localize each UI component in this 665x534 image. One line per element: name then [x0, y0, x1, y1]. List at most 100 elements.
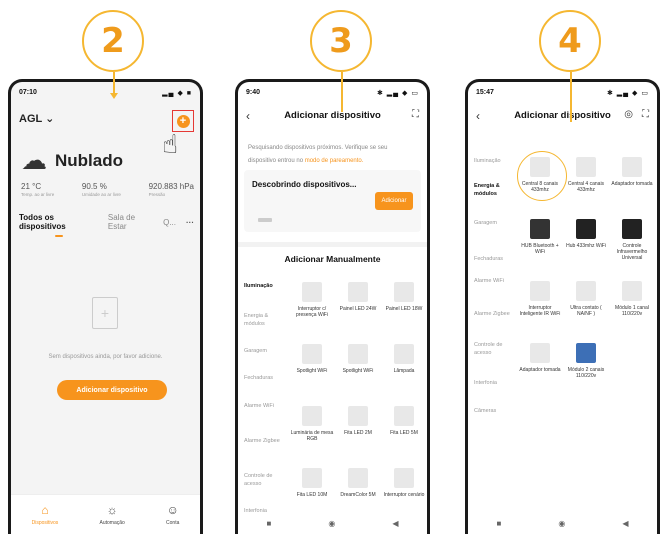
device-grid: Central 8 canais 433mhz Central 4 canais… — [518, 157, 657, 407]
stat-temperature: 21 °C Temp. ao ar livre — [21, 182, 54, 197]
device-tile[interactable]: Fita LED 2M — [336, 406, 380, 436]
home-selector[interactable]: AGL ⌄ — [19, 112, 54, 125]
device-tile[interactable]: Luminária de mesa RGB — [290, 406, 334, 442]
category-item[interactable]: Alarme Zigbee — [474, 310, 510, 318]
device-tile[interactable]: Adaptador tomada — [610, 157, 654, 187]
phone-add-device-categories: 15:47 ✱ ▂▄ ◆ ▭ ‹ Adicionar dispositivo ◎… — [465, 79, 660, 534]
category-item[interactable]: Câmeras — [474, 407, 496, 415]
category-item[interactable]: Energia & módulos — [244, 312, 288, 328]
device-tile[interactable]: Interruptor c/ presença WiFi — [290, 282, 334, 318]
step-3-pointer — [341, 72, 343, 112]
scan-icon[interactable]: ⛶ — [642, 109, 649, 120]
device-tile[interactable]: Fita LED 5M — [382, 406, 426, 436]
device-tile[interactable]: Interruptor cenário — [382, 468, 426, 498]
step-4-marker: 4 — [539, 10, 601, 72]
device-label: Luminária de mesa RGB — [290, 430, 334, 442]
recents-button[interactable]: ■ — [267, 519, 272, 528]
category-item[interactable]: Energia & módulos — [474, 182, 518, 198]
category-item[interactable]: Iluminação — [474, 157, 501, 165]
nav-account[interactable]: ☺ Conta — [166, 503, 179, 526]
device-label: Spotlight WiFi — [296, 368, 328, 374]
device-tile[interactable]: Painel LED 24W — [336, 282, 380, 312]
back-button[interactable]: ◀ — [392, 519, 398, 528]
chevron-down-icon: ⌄ — [45, 113, 55, 125]
device-tile[interactable]: Controle Infravermelho Universal — [610, 219, 654, 261]
device-label: Adaptador tomada — [611, 181, 653, 187]
system-navigation: ■ ◉ ◀ — [238, 519, 427, 528]
device-tile[interactable]: Central 4 canais 433mhz — [564, 157, 608, 193]
status-icons: ✱ ▂▄ ◆ ▭ — [376, 90, 419, 97]
tab-all-devices[interactable]: Todos os dispositivos — [19, 213, 98, 237]
device-label: Lâmpada — [393, 368, 415, 374]
tab-living-room[interactable]: Sala de Estar — [108, 213, 153, 231]
section-divider — [238, 242, 427, 247]
device-tile[interactable]: Painel LED 18W — [382, 282, 426, 312]
category-item[interactable]: Alarme WiFi — [474, 277, 504, 285]
recents-button[interactable]: ■ — [497, 519, 502, 528]
device-tile[interactable]: Módulo 1 canal 110/220v — [610, 281, 654, 317]
device-label: Módulo 1 canal 110/220v — [615, 305, 649, 317]
device-image — [348, 282, 368, 302]
target-icon[interactable]: ◎ — [624, 109, 633, 120]
device-tile[interactable]: DreamColor 5M — [336, 468, 380, 498]
clock: 9:40 — [246, 89, 261, 96]
category-item[interactable]: Controle de acesso — [474, 341, 518, 357]
device-tile[interactable]: Central 8 canais 433mhz — [518, 157, 562, 193]
category-item[interactable]: Interfonia — [244, 507, 267, 515]
step-2-marker: 2 — [82, 10, 144, 72]
device-tile[interactable]: Adaptador tomada — [518, 343, 562, 373]
status-bar: 15:47 ✱ ▂▄ ◆ ▭ — [476, 89, 649, 97]
device-tile[interactable]: Lâmpada — [382, 344, 426, 374]
more-icon[interactable]: ··· — [186, 218, 194, 227]
category-item[interactable]: Garagem — [474, 219, 497, 227]
stat-value: 90.5 % — [81, 182, 107, 191]
device-tile[interactable]: Spotlight WiFi — [336, 344, 380, 374]
category-item[interactable]: Iluminação — [244, 282, 273, 290]
category-item[interactable]: Fechaduras — [474, 255, 503, 263]
scan-icon[interactable]: ⛶ — [412, 109, 419, 120]
discovery-card: Descobrindo dispositivos... Adicionar — [244, 170, 421, 232]
device-tile[interactable]: Interruptor Inteligente IR WiFi — [518, 281, 562, 317]
add-discovered-button[interactable]: Adicionar — [375, 192, 413, 210]
category-item[interactable]: Alarme WiFi — [244, 402, 274, 410]
category-item[interactable]: Interfonia — [474, 379, 497, 387]
device-image — [576, 281, 596, 301]
device-grid: Interruptor c/ presença WiFi Painel LED … — [290, 282, 427, 522]
step-3-marker: 3 — [310, 10, 372, 72]
discovery-title: Descobrindo dispositivos... — [252, 180, 357, 189]
home-button[interactable]: ◉ — [558, 519, 565, 528]
device-tile[interactable]: Módulo 2 canais 110/220v — [564, 343, 608, 379]
device-tile[interactable]: Spotlight WiFi — [290, 344, 334, 374]
nav-devices[interactable]: ⌂ Dispositivos — [32, 503, 59, 526]
device-tile[interactable]: Ultra contato ( NA/NF ) — [564, 281, 608, 317]
category-item[interactable]: Fechaduras — [244, 374, 273, 382]
empty-document-icon: + — [92, 297, 118, 329]
home-button[interactable]: ◉ — [328, 519, 335, 528]
back-button[interactable]: ◀ — [622, 519, 628, 528]
stat-label: Umidade ao ar livre — [81, 192, 121, 197]
tab-other[interactable]: Q... — [163, 218, 176, 227]
device-tile[interactable]: HUB Bluetooth + WiFi — [518, 219, 562, 255]
add-icon[interactable]: + — [176, 114, 190, 128]
sun-icon: ☼ — [106, 503, 118, 517]
device-label: Central 4 canais 433mhz — [567, 181, 605, 193]
add-device-button[interactable]: Adicionar dispositivo — [57, 380, 167, 400]
pairing-mode-link[interactable]: modo de pareamento. — [305, 158, 364, 164]
category-item[interactable]: Alarme Zigbee — [244, 437, 280, 445]
device-tile[interactable]: Hub 433mhz WiFi — [564, 219, 608, 249]
weather-stats: 21 °C Temp. ao ar livre 90.5 % Umidade ao … — [21, 182, 194, 197]
device-image — [394, 344, 414, 364]
room-tabs: Todos os dispositivos Sala de Estar Q...… — [19, 213, 194, 237]
device-label: Central 8 canais 433mhz — [521, 181, 559, 193]
category-item[interactable]: Controle de acesso — [244, 472, 288, 488]
phone-home-screen: 07:10 ▂▄ ◆ ■ AGL ⌄ + ☝ ☁ Nublado 21 °C Te… — [8, 79, 203, 534]
nav-automation[interactable]: ☼ Automação — [100, 503, 125, 526]
home-icon: ⌂ — [41, 503, 49, 517]
device-tile[interactable]: Fita LED 10M — [290, 468, 334, 498]
stat-label: Pressão — [148, 192, 166, 197]
device-label: Painel LED 24W — [339, 306, 377, 312]
device-label: Módulo 2 canais 110/220v — [567, 367, 605, 379]
step-number: 4 — [558, 21, 582, 61]
user-icon: ☺ — [166, 503, 179, 517]
category-item[interactable]: Garagem — [244, 347, 267, 355]
